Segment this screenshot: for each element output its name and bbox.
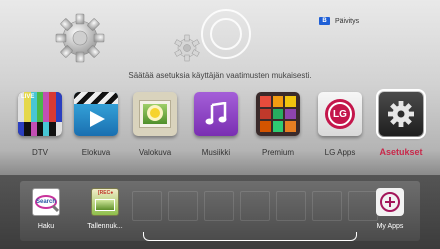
movie-clapper-icon (74, 92, 118, 136)
photo-flower-icon (133, 92, 177, 136)
app-dtv[interactable]: LIVE DTV (15, 92, 65, 158)
empty-slot[interactable] (204, 191, 234, 221)
premium-grid-icon (256, 92, 300, 136)
empty-slot[interactable] (168, 191, 198, 221)
tv-test-pattern-icon: LIVE (18, 92, 62, 136)
empty-slot[interactable] (312, 191, 342, 221)
app-label: Valokuva (138, 148, 172, 157)
music-note-icon (194, 92, 238, 136)
blue-b-key-icon: B (319, 17, 330, 25)
app-label: Premium (261, 148, 294, 157)
dock-label: Haku (37, 223, 55, 230)
empty-slot[interactable] (276, 191, 306, 221)
dock-item-haku[interactable]: Search Haku (21, 188, 71, 230)
dock-label: My Apps (376, 223, 404, 230)
dock-page-bracket (143, 232, 357, 241)
app-label: Elokuva (81, 148, 111, 157)
add-plus-icon (376, 188, 404, 216)
dock-label: Tallennuk... (87, 223, 123, 230)
settings-gear-icon (376, 89, 426, 139)
dock-item-my-apps[interactable]: My Apps (365, 188, 415, 230)
empty-slot[interactable] (240, 191, 270, 221)
lg-logo-icon: LG (318, 92, 362, 136)
app-lg-apps[interactable]: LG LG Apps (315, 92, 365, 158)
search-icon: Search (32, 188, 60, 216)
update-hint[interactable]: B Päivitys (319, 17, 359, 25)
app-label: LG Apps (324, 148, 356, 157)
app-elokuva[interactable]: Elokuva (71, 92, 121, 158)
update-label: Päivitys (335, 17, 360, 25)
rec-badge: [REC● (98, 190, 114, 196)
app-label: DTV (32, 148, 48, 157)
app-premium[interactable]: Premium (253, 92, 303, 158)
app-asetukset[interactable]: Asetukset (376, 89, 426, 158)
app-label: Musiikki (201, 148, 231, 157)
recordings-icon: [REC● (91, 188, 119, 216)
app-row: LIVE DTV Elokuva Valokuva Musiikki Premi… (0, 89, 440, 172)
app-valokuva[interactable]: Valokuva (130, 92, 180, 158)
app-label: Asetukset (379, 147, 423, 157)
dock-item-tallennukset[interactable]: [REC● Tallennuk... (80, 188, 130, 230)
large-gear-icon (55, 13, 105, 63)
app-musiikki[interactable]: Musiikki (191, 92, 241, 158)
outline-gear-icon (201, 9, 251, 59)
settings-hint-text: Säätää asetuksia käyttäjän vaatimusten m… (128, 71, 312, 80)
empty-slot[interactable] (132, 191, 162, 221)
